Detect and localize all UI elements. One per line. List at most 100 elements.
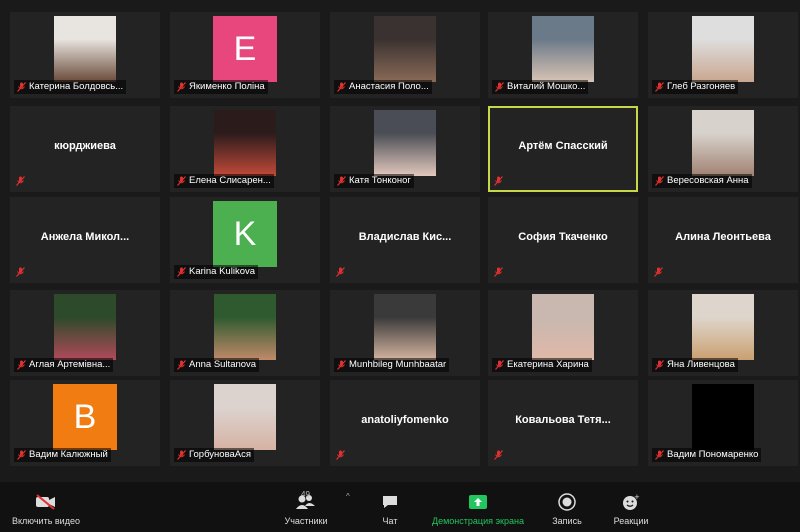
participant-name: Катя Тонконог xyxy=(349,175,411,186)
mic-muted-icon xyxy=(337,176,346,186)
video-feed xyxy=(374,294,436,360)
mic-muted-icon xyxy=(177,82,186,92)
mic-muted-icon xyxy=(495,360,504,370)
participant-tile[interactable]: Артём Спасский xyxy=(488,106,638,192)
participant-label: Вадим Пономаренко xyxy=(652,448,762,462)
participant-name: Екатерина Харина xyxy=(507,359,589,370)
video-feed xyxy=(214,294,276,360)
participant-name: Munhbileg Munhbaatar xyxy=(349,359,447,370)
participant-tile[interactable]: Ковальова Тетя... xyxy=(488,380,638,466)
participant-label: Яна Ливенцова xyxy=(652,358,738,372)
participant-tile[interactable]: Глеб Разгоняев xyxy=(648,12,798,98)
video-grid: Катерина Болдовсь... E Якименко Поліна Анас… xyxy=(10,12,800,474)
reactions-icon: + xyxy=(606,490,656,514)
participant-tile[interactable]: anatoliyfomenko xyxy=(330,380,480,466)
participant-label: ГорбуноваАся xyxy=(174,448,255,462)
mic-muted-icon xyxy=(494,176,503,186)
participant-name: Аглая Артемівна... xyxy=(29,359,111,370)
video-button[interactable]: Включить видео xyxy=(6,482,86,532)
participant-tile[interactable]: Яна Ливенцова xyxy=(648,290,798,376)
video-feed xyxy=(692,16,754,82)
participant-name: Anna Sultanova xyxy=(189,359,257,370)
participant-name: Вадим Пономаренко xyxy=(667,449,759,460)
video-feed xyxy=(214,110,276,176)
avatar: K xyxy=(213,201,277,267)
participant-label: Елена Слисарен... xyxy=(174,174,274,188)
participant-name: Яна Ливенцова xyxy=(667,359,735,370)
participant-tile[interactable]: Вадим Пономаренко xyxy=(648,380,798,466)
participant-name: кюрджиева xyxy=(54,140,116,152)
mic-muted-icon xyxy=(337,360,346,370)
participant-name: Артём Спасский xyxy=(518,140,608,152)
participant-label: Munhbileg Munhbaatar xyxy=(334,358,450,372)
participant-tile[interactable]: ГорбуноваАся xyxy=(170,380,320,466)
share-screen-button[interactable]: Демонстрация экрана xyxy=(424,482,532,532)
participant-tile[interactable]: София Ткаченко xyxy=(488,197,638,283)
video-feed xyxy=(532,16,594,82)
mic-muted-icon xyxy=(654,267,663,277)
participant-tile[interactable]: Анастасия Поло... xyxy=(330,12,480,98)
participant-label: Anna Sultanova xyxy=(174,358,260,372)
participants-label: Участники xyxy=(284,516,328,526)
participant-name: Владислав Кис... xyxy=(358,231,452,243)
record-icon xyxy=(545,490,589,514)
participant-tile[interactable]: Anna Sultanova xyxy=(170,290,320,376)
video-feed xyxy=(692,110,754,176)
share-screen-label: Демонстрация экрана xyxy=(432,516,524,526)
mic-muted-icon xyxy=(336,450,345,460)
mic-muted-icon xyxy=(655,82,664,92)
mic-muted-icon xyxy=(655,360,664,370)
participant-tile[interactable]: B Вадим Калюжный xyxy=(10,380,160,466)
reactions-label: Реакции xyxy=(613,516,649,526)
mic-muted-icon xyxy=(177,267,186,277)
mic-muted-icon xyxy=(17,82,26,92)
participant-name: Анжела Микол... xyxy=(40,231,130,243)
mic-muted-icon xyxy=(337,82,346,92)
participant-label: Катя Тонконог xyxy=(334,174,414,188)
participant-name: Елена Слисарен... xyxy=(189,175,271,186)
video-label: Включить видео xyxy=(12,516,80,526)
participant-tile[interactable]: кюрджиева xyxy=(10,106,160,192)
chat-label: Чат xyxy=(382,516,398,526)
participants-caret-icon[interactable]: ^ xyxy=(346,492,350,501)
reactions-button[interactable]: + Реакции xyxy=(606,482,656,532)
mic-muted-icon xyxy=(495,82,504,92)
participant-tile[interactable]: E Якименко Поліна xyxy=(170,12,320,98)
video-feed xyxy=(374,16,436,82)
participant-name: Анастасия Поло... xyxy=(349,81,429,92)
participant-tile[interactable]: Munhbileg Munhbaatar xyxy=(330,290,480,376)
participant-label: Анастасия Поло... xyxy=(334,80,432,94)
participant-label: Аглая Артемівна... xyxy=(14,358,114,372)
participant-tile[interactable]: Катерина Болдовсь... xyxy=(10,12,160,98)
participant-tile[interactable]: Анжела Микол... xyxy=(10,197,160,283)
participant-tile[interactable]: Владислав Кис... xyxy=(330,197,480,283)
video-feed xyxy=(692,294,754,360)
participant-tile[interactable]: Елена Слисарен... xyxy=(170,106,320,192)
participant-tile[interactable]: Екатерина Харина xyxy=(488,290,638,376)
participant-tile[interactable]: Аглая Артемівна... xyxy=(10,290,160,376)
mic-muted-icon xyxy=(336,267,345,277)
participant-name: Якименко Поліна xyxy=(189,81,265,92)
chat-button[interactable]: Чат xyxy=(370,482,410,532)
participant-name: Вадим Калюжный xyxy=(29,449,108,460)
participant-tile[interactable]: Алина Леонтьева xyxy=(648,197,798,283)
video-feed xyxy=(374,110,436,176)
participant-label: Якименко Поліна xyxy=(174,80,268,94)
participant-name: ГорбуноваАся xyxy=(189,449,252,460)
participant-name: Алина Леонтьева xyxy=(675,231,771,243)
record-button[interactable]: Запись xyxy=(545,482,589,532)
mic-muted-icon xyxy=(177,360,186,370)
participant-tile[interactable]: Вересовская Анна xyxy=(648,106,798,192)
participant-name: anatoliyfomenko xyxy=(361,414,449,426)
participant-name: София Ткаченко xyxy=(518,231,608,243)
participant-label: Екатерина Харина xyxy=(492,358,592,372)
participant-tile[interactable]: Катя Тонконог xyxy=(330,106,480,192)
participant-tile[interactable]: K Karina Kulikova xyxy=(170,197,320,283)
participant-tile[interactable]: Виталий Мошко... xyxy=(488,12,638,98)
avatar: E xyxy=(213,16,277,82)
participants-button[interactable]: 49 Участники xyxy=(272,482,340,532)
mic-muted-icon xyxy=(17,450,26,460)
participants-count: 49 xyxy=(301,490,310,499)
mic-muted-icon xyxy=(16,267,25,277)
video-off-icon xyxy=(6,490,86,514)
